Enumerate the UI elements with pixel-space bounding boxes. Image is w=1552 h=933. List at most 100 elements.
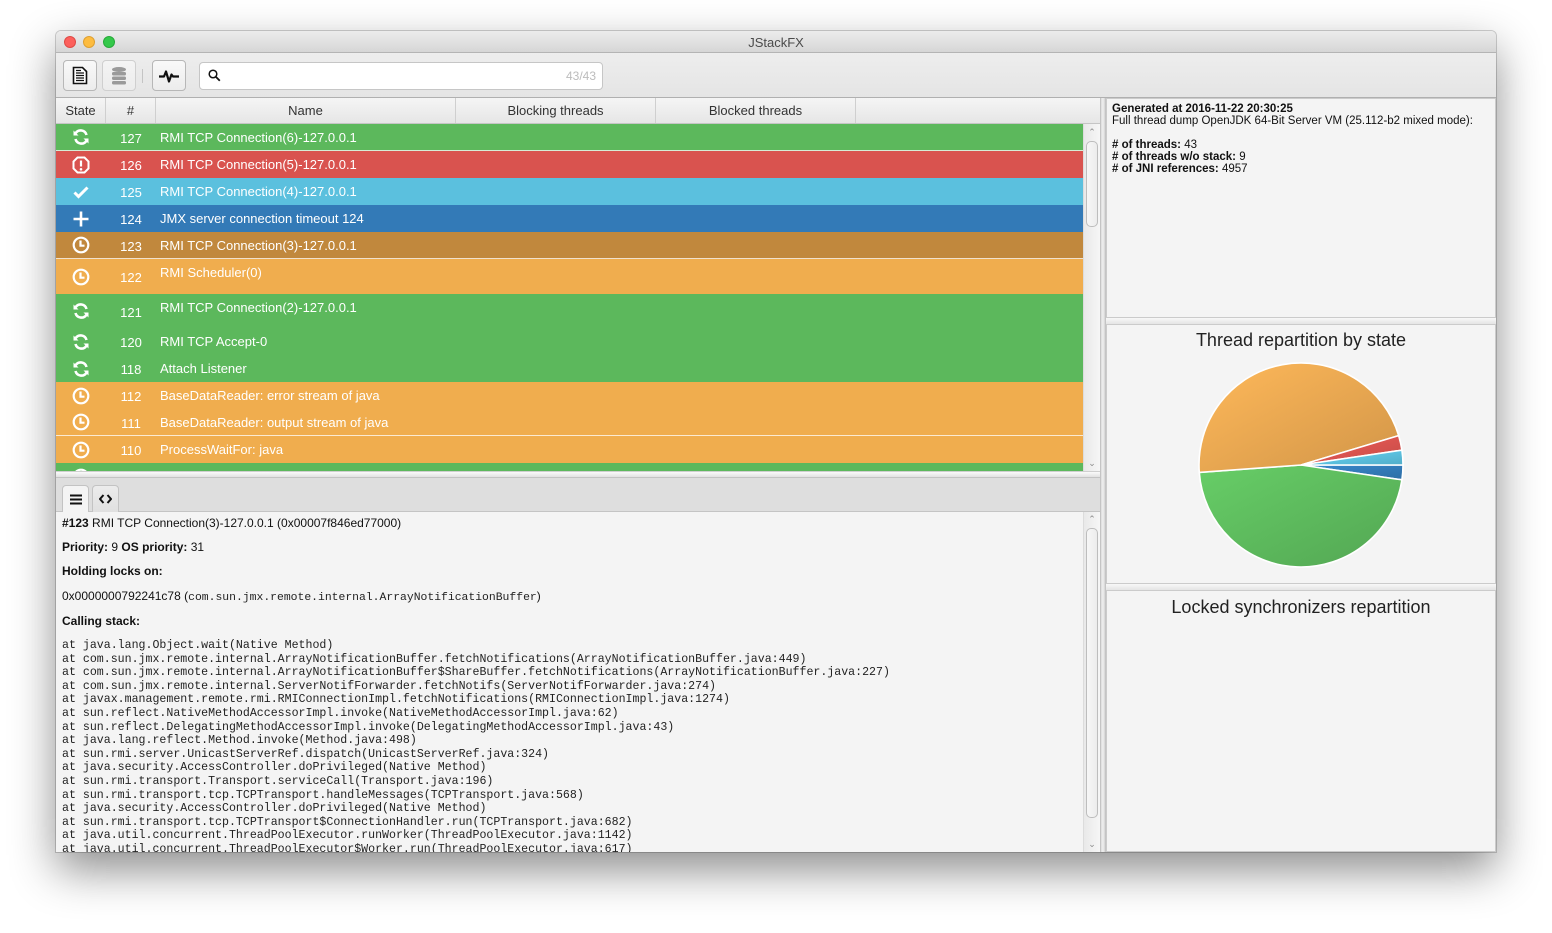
stack-frame: at java.lang.reflect.Method.invoke(Metho…	[62, 734, 417, 748]
table-row[interactable]: 122 RMI Scheduler(0)	[56, 259, 1083, 294]
stack-trace: at java.lang.Object.wait(Native Method) a…	[62, 639, 890, 852]
list-icon	[69, 494, 82, 505]
pie-chart	[1198, 362, 1404, 568]
document-icon	[72, 66, 88, 85]
table-scrollbar[interactable]: ⌃ ⌄	[1083, 124, 1100, 471]
table-row[interactable]: 120 RMI TCP Accept-0	[56, 328, 1083, 355]
thread-state-chart: Thread repartition by state	[1106, 324, 1496, 584]
search-icon	[208, 69, 221, 82]
scroll-down-arrow-icon[interactable]: ⌄	[1084, 458, 1100, 469]
column-header-id[interactable]: #	[106, 98, 156, 123]
stat-value: 9	[1239, 151, 1246, 163]
stat-threads-without-stack: # of threads w/o stack: 9	[1112, 151, 1490, 163]
priority-value: 9	[111, 540, 119, 554]
table-row[interactable]: 124 JMX server connection timeout 124	[56, 205, 1083, 232]
calling-stack-label: Calling stack:	[62, 614, 140, 628]
column-header-blocking-threads[interactable]: Blocking threads	[456, 98, 656, 123]
blocking-threads-cell	[456, 124, 656, 150]
title-bar: JStackFX	[56, 31, 1496, 53]
blocked-threads-cell	[656, 382, 856, 409]
blocked-threads-cell	[656, 124, 856, 150]
details-scrollbar[interactable]: ⌃ ⌄	[1083, 512, 1100, 852]
table-row[interactable]: 125 RMI TCP Connection(4)-127.0.0.1	[56, 178, 1083, 205]
chart-title: Locked synchronizers repartition	[1171, 597, 1431, 617]
blocked-threads-cell	[656, 436, 856, 463]
thread-name-cell: RMI TCP Connection(3)-127.0.0.1	[160, 237, 357, 253]
state-cell	[56, 294, 106, 328]
refresh-icon	[72, 128, 90, 146]
blocking-threads-cell	[456, 294, 656, 328]
calling-stack-title: Calling stack:	[62, 614, 141, 628]
search-field[interactable]: 43/43	[199, 62, 603, 90]
split-divider[interactable]	[56, 471, 1100, 478]
refresh-icon	[72, 333, 90, 351]
blocking-threads-cell	[456, 355, 656, 382]
thread-name-cell: JMX server connection timeout 124	[160, 211, 364, 226]
state-cell	[56, 205, 106, 232]
thread-id-cell: 118	[120, 362, 142, 377]
state-cell	[56, 259, 106, 294]
toolbar-separator	[142, 69, 143, 83]
details-scrollbar-thumb[interactable]	[1086, 528, 1098, 818]
blocked-threads-cell	[656, 409, 856, 435]
thread-id-cell: 112	[120, 389, 142, 404]
activity-icon	[159, 69, 179, 83]
table-scrollbar-thumb[interactable]	[1086, 141, 1098, 227]
table-row[interactable]	[56, 463, 1083, 471]
thread-name-cell: RMI TCP Connection(4)-127.0.0.1	[160, 184, 357, 199]
table-row[interactable]: 126 RMI TCP Connection(5)-127.0.0.1	[56, 151, 1083, 178]
search-result-count: 43/43	[565, 69, 596, 83]
table-row[interactable]: 118 Attach Listener	[56, 355, 1083, 382]
table-row[interactable]: 123 RMI TCP Connection(3)-127.0.0.1	[56, 232, 1083, 259]
priority-label: Priority:	[62, 540, 109, 554]
table-row[interactable]: 121 RMI TCP Connection(2)-127.0.0.1	[56, 294, 1083, 328]
database-button[interactable]	[102, 60, 136, 91]
window-title: JStackFX	[748, 35, 804, 50]
table-header: State # Name Blocking threads Blocked th…	[56, 98, 1100, 124]
stack-frame: at com.sun.jmx.remote.internal.ArrayNoti…	[62, 666, 890, 680]
thread-id-cell: 110	[120, 443, 142, 458]
stack-frame: at java.security.AccessController.doPriv…	[62, 761, 487, 775]
scroll-up-arrow-icon[interactable]: ⌃	[1084, 514, 1100, 525]
scroll-up-arrow-icon[interactable]: ⌃	[1084, 127, 1100, 138]
search-input[interactable]	[228, 66, 552, 88]
clock-icon	[72, 236, 90, 254]
blocking-threads-cell	[456, 232, 656, 258]
table-row[interactable]: 127 RMI TCP Connection(6)-127.0.0.1	[56, 124, 1083, 151]
blocked-threads-cell	[656, 463, 856, 471]
table-row[interactable]: 112 BaseDataReader: error stream of java	[56, 382, 1083, 409]
state-cell	[56, 355, 106, 382]
thread-name-cell: ProcessWaitFor: java	[160, 442, 284, 457]
scroll-down-arrow-icon[interactable]: ⌄	[1084, 839, 1100, 850]
thread-id-cell: 122	[120, 270, 142, 285]
stack-frame: at java.util.concurrent.ThreadPoolExecut…	[62, 842, 633, 852]
lock-class: com.sun.jmx.remote.internal.ArrayNotific…	[188, 592, 537, 604]
tab-details-text[interactable]	[62, 485, 89, 513]
state-cell	[56, 409, 106, 435]
tab-details-source[interactable]	[92, 485, 119, 512]
column-header-name[interactable]: Name	[156, 98, 456, 123]
threads-table: State # Name Blocking threads Blocked th…	[56, 98, 1100, 471]
clock-icon	[72, 387, 90, 405]
column-header-state[interactable]: State	[56, 98, 106, 123]
locked-synchronizers-chart: Locked synchronizers repartition	[1106, 590, 1496, 852]
dump-info: Generated at 2016-11-22 20:30:25 Full th…	[1106, 98, 1496, 318]
stack-frame: at java.lang.Object.wait(Native Method)	[62, 639, 334, 652]
clock-icon	[72, 268, 90, 286]
table-row[interactable]: 110 ProcessWaitFor: java	[56, 436, 1083, 463]
state-cell	[56, 382, 106, 409]
column-header-blocked-threads[interactable]: Blocked threads	[656, 98, 856, 123]
blocking-threads-cell	[456, 409, 656, 435]
thread-address: (0x00007f846ed77000)	[277, 516, 402, 530]
pie-slice-runnable[interactable]	[1198, 464, 1403, 568]
thread-id: #123	[62, 516, 89, 530]
open-dump-button[interactable]	[63, 60, 97, 91]
dump-description: Full thread dump OpenJDK 64-Bit Server V…	[1112, 115, 1473, 127]
stat-value: 43	[1184, 139, 1198, 151]
state-cell	[56, 178, 106, 205]
activity-button[interactable]	[152, 60, 186, 91]
holding-locks-title: Holding locks on:	[62, 564, 163, 578]
table-row[interactable]: 111 BaseDataReader: output stream of java	[56, 409, 1083, 436]
blocking-threads-cell	[456, 382, 656, 409]
blocking-threads-cell	[456, 259, 656, 294]
